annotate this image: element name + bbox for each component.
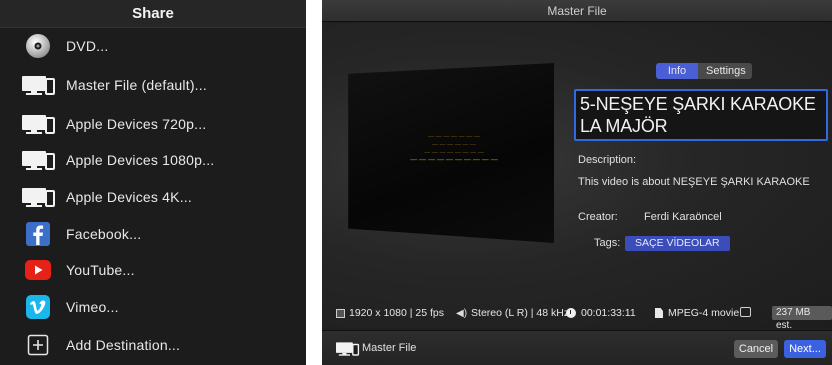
format-info: MPEG-4 movie <box>655 307 739 319</box>
clock-icon <box>566 308 576 318</box>
duration-text: 00:01:33:11 <box>581 307 636 319</box>
size-badge: 237 MB est. <box>772 306 832 331</box>
devices-icon <box>22 72 55 98</box>
share-item-add-destination[interactable]: Add Destination... <box>0 328 306 362</box>
share-item-facebook[interactable]: Facebook... <box>0 217 306 251</box>
info-settings-toggle: Info Settings <box>656 63 752 79</box>
dialog-content: — — — — — — — — — — — — — — — — — — — — … <box>322 23 832 328</box>
devices-icon <box>22 147 55 173</box>
resolution-info: 1920 x 1080 | 25 fps <box>336 307 444 319</box>
vimeo-icon <box>22 294 54 320</box>
share-menu: Share DVD... Master File (default)... Ap… <box>0 0 306 365</box>
master-file-dialog: Master File — — — — — — — — — — — — — — … <box>322 0 832 365</box>
share-item-label: YouTube... <box>66 262 135 278</box>
youtube-icon <box>22 257 54 283</box>
description-field[interactable]: This video is about NEŞEYE ŞARKI KARAOKE <box>578 176 810 188</box>
next-button[interactable]: Next... <box>784 340 826 358</box>
share-item-label: Vimeo... <box>66 299 119 315</box>
comment-icon <box>740 307 751 317</box>
tags-label: Tags: <box>594 237 621 249</box>
duration-info: 00:01:33:11 <box>566 307 636 319</box>
cancel-button[interactable]: Cancel <box>734 340 778 358</box>
devices-icon <box>22 111 55 137</box>
audio-info: ◀) Stereo (L R) | 48 kHz <box>456 307 569 319</box>
title-field[interactable]: 5-NEŞEYE ŞARKI KARAOKE LA MAJÖR <box>574 89 828 141</box>
share-item-label: Apple Devices 720p... <box>66 116 207 132</box>
share-item-master-file[interactable]: Master File (default)... <box>0 68 306 102</box>
dvd-disc-icon <box>22 33 54 59</box>
share-item-label: Apple Devices 1080p... <box>66 152 215 168</box>
tab-settings[interactable]: Settings <box>698 63 752 79</box>
creator-label: Creator: <box>578 211 618 223</box>
share-item-vimeo[interactable]: Vimeo... <box>0 290 306 324</box>
facebook-icon <box>22 221 54 247</box>
plus-box-icon <box>22 332 54 358</box>
destination-label: Master File <box>362 342 417 354</box>
format-text: MPEG-4 movie <box>668 307 740 319</box>
document-icon <box>655 308 663 318</box>
share-menu-title: Share <box>0 0 306 28</box>
share-item-dvd[interactable]: DVD... <box>0 29 306 63</box>
tag-token[interactable]: SAÇE VİDEOLAR <box>625 236 730 251</box>
description-label: Description: <box>578 154 637 166</box>
resolution-icon <box>336 308 345 318</box>
video-preview: — — — — — — — — — — — — — — — — — — — — … <box>344 63 554 243</box>
speaker-icon: ◀) <box>456 307 468 319</box>
share-item-apple-720p[interactable]: Apple Devices 720p... <box>0 107 306 141</box>
compatibility-info[interactable] <box>740 307 751 317</box>
file-info-bar: 1920 x 1080 | 25 fps ◀) Stereo (L R) | 4… <box>322 300 832 331</box>
preview-thumbnail-text: — — — — — — — — — — — — — — — — — — — — … <box>410 134 498 164</box>
share-item-label: Add Destination... <box>66 337 181 353</box>
resolution-text: 1920 x 1080 | 25 fps <box>349 307 444 319</box>
devices-icon <box>22 184 55 210</box>
creator-field[interactable]: Ferdi Karaöncel <box>644 211 722 223</box>
dialog-footer: Master File Cancel Next... <box>322 330 832 365</box>
share-item-label: DVD... <box>66 38 109 54</box>
tab-info[interactable]: Info <box>656 63 698 79</box>
share-item-apple-4k[interactable]: Apple Devices 4K... <box>0 180 306 214</box>
share-item-label: Apple Devices 4K... <box>66 189 192 205</box>
share-item-label: Facebook... <box>66 226 142 242</box>
dialog-title: Master File <box>322 0 832 22</box>
audio-text: Stereo (L R) | 48 kHz <box>471 307 570 319</box>
share-item-apple-1080p[interactable]: Apple Devices 1080p... <box>0 143 306 177</box>
share-item-youtube[interactable]: YouTube... <box>0 253 306 287</box>
share-item-label: Master File (default)... <box>66 77 207 93</box>
